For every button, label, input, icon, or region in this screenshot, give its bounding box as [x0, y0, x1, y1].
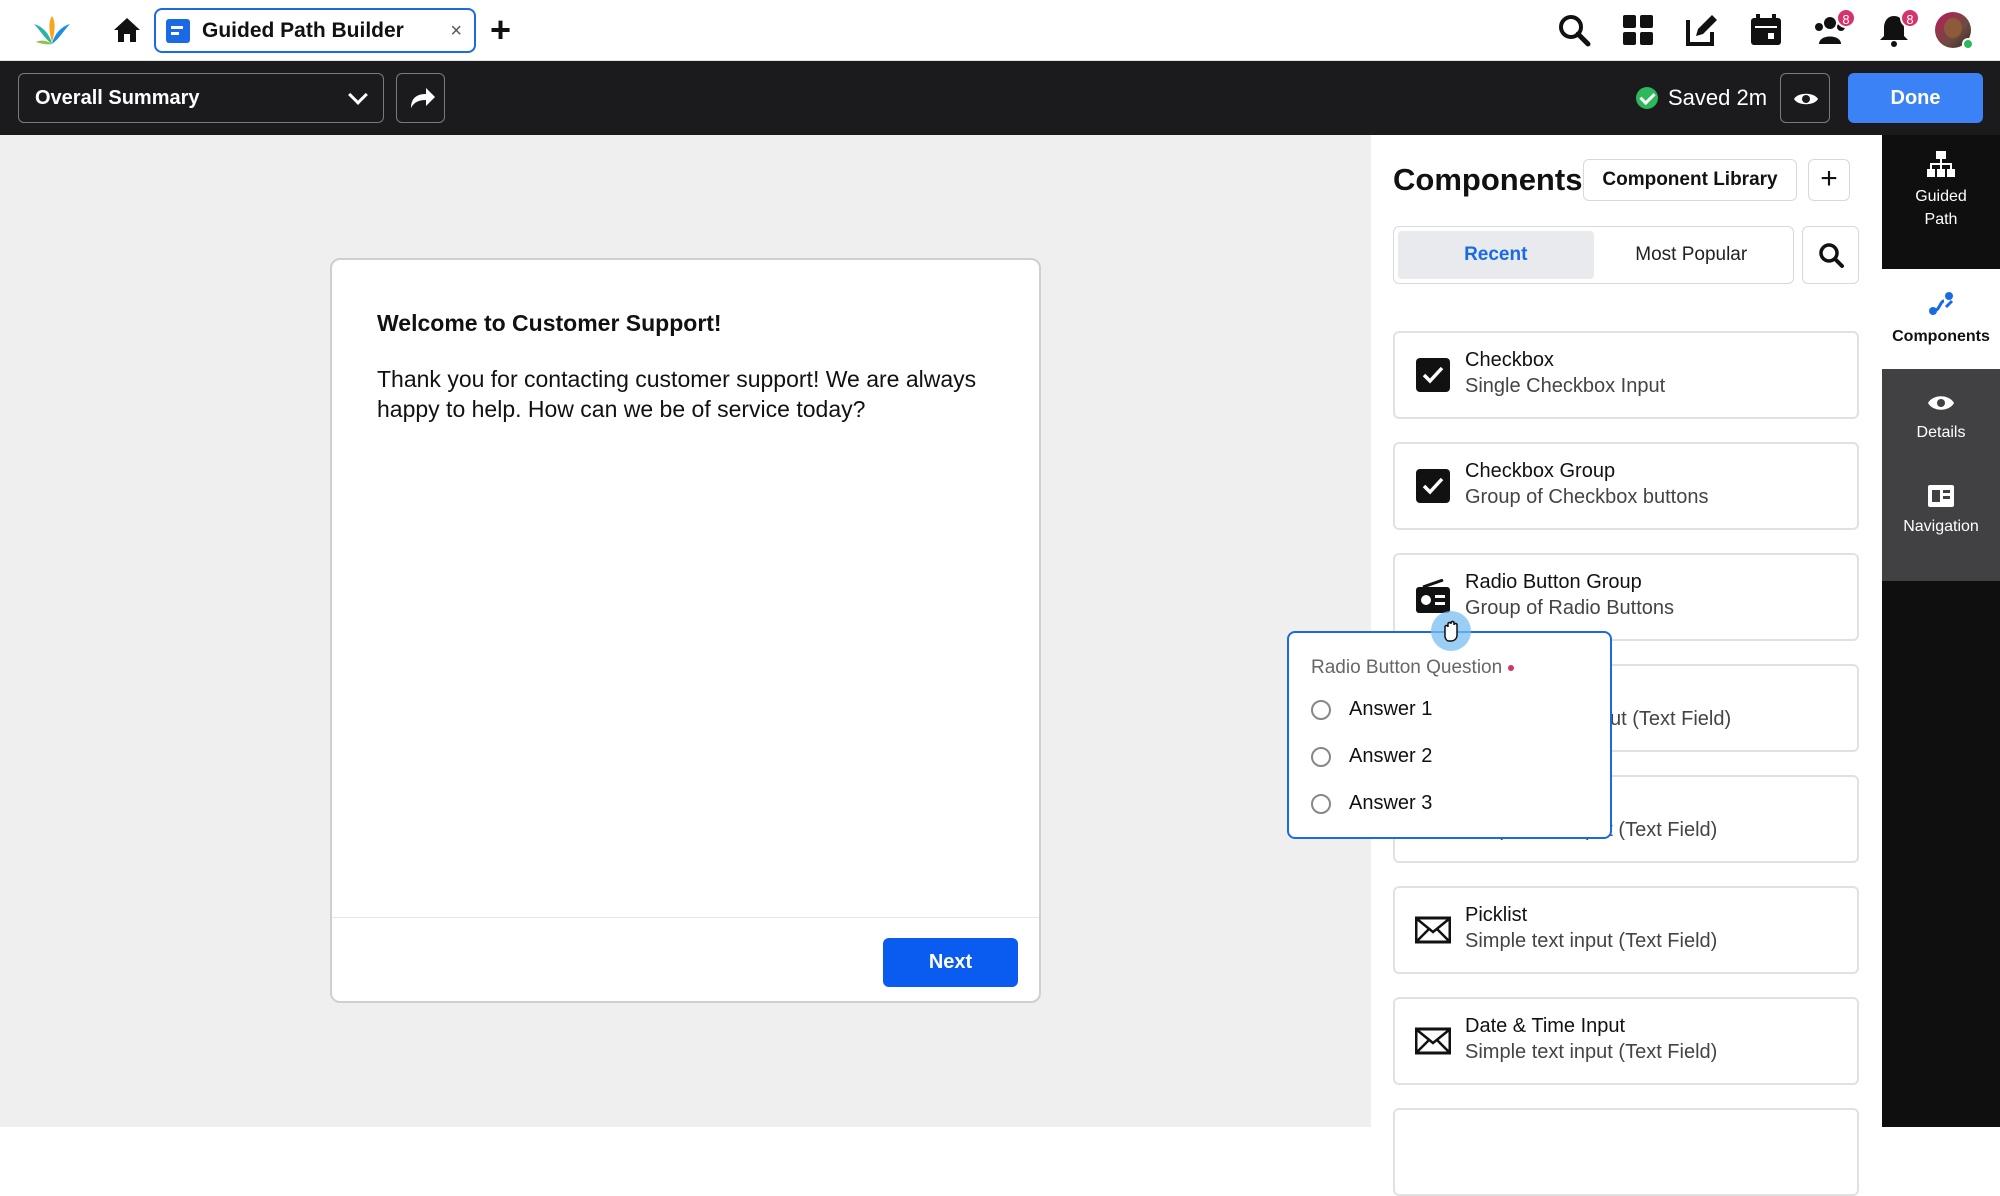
navigation-icon [1928, 485, 1954, 507]
radio-question-drag-preview[interactable]: Radio Button Question Answer 1 Answer 2 … [1287, 631, 1612, 839]
screen-title: Welcome to Customer Support! [377, 310, 722, 336]
tab-title: Guided Path Builder [202, 18, 404, 42]
builder-canvas: Welcome to Customer Support! Thank you f… [0, 135, 1371, 1127]
share-icon [411, 88, 435, 108]
summary-select[interactable]: Overall Summary [18, 73, 384, 123]
close-tab-icon[interactable]: × [450, 20, 462, 43]
footer-divider [332, 917, 1039, 918]
rail-label: Details [1916, 424, 1966, 441]
component-description: Simple text input (Text Field) [1465, 930, 1718, 952]
panel-title: Components [1393, 162, 1583, 197]
saved-status: Saved 2m [1636, 85, 1767, 111]
compose-icon[interactable] [1684, 12, 1720, 48]
rail-item-details[interactable]: Details [1882, 369, 2000, 463]
component-name: Radio Button Group [1465, 571, 1642, 593]
component-description: Group of Checkbox buttons [1465, 486, 1709, 508]
tab-recent[interactable]: Recent [1398, 231, 1594, 279]
component-library-button[interactable]: Component Library [1583, 159, 1797, 201]
people-icon[interactable]: 8 [1812, 8, 1856, 48]
screen-body-text: Thank you for contacting customer suppor… [377, 366, 977, 422]
required-indicator [1508, 664, 1515, 671]
component-item-checkbox-group[interactable]: Checkbox Group Group of Checkbox buttons [1393, 442, 1859, 530]
notifications-badge: 8 [1900, 8, 1920, 28]
radio-option-label: Answer 2 [1349, 745, 1433, 767]
component-item[interactable] [1393, 1108, 1859, 1196]
home-icon[interactable] [112, 16, 142, 44]
component-name: Picklist [1465, 904, 1528, 926]
radio-circle-icon [1311, 746, 1331, 767]
radio-option-label: Answer 3 [1349, 792, 1433, 814]
next-button[interactable]: Next [883, 938, 1018, 987]
screen-card[interactable]: Welcome to Customer Support! Thank you f… [330, 258, 1041, 1003]
eye-icon [1794, 93, 1818, 105]
rail-label: Guided Path [1915, 188, 1967, 228]
component-description: Simple text input (Text Field) [1465, 1041, 1718, 1063]
document-icon [166, 18, 190, 43]
component-name: Checkbox [1465, 349, 1554, 371]
add-component-button[interactable]: + [1808, 159, 1850, 201]
rail-item-components[interactable]: Components [1882, 269, 2000, 369]
rail-label: Components [1892, 328, 1990, 345]
app-logo-icon[interactable] [32, 14, 72, 46]
checkbox-icon [1416, 469, 1450, 503]
eye-icon [1928, 396, 1954, 410]
component-name: Date & Time Input [1465, 1015, 1626, 1037]
tab-guided-path-builder[interactable]: Guided Path Builder × [154, 8, 476, 53]
people-badge: 8 [1836, 8, 1856, 28]
component-item-picklist[interactable]: Picklist Simple text input (Text Field) [1393, 886, 1859, 974]
question-label: Radio Button Question [1311, 657, 1515, 679]
presence-status-icon [1962, 38, 1974, 50]
builder-toolbar: Overall Summary Saved 2m Done [0, 61, 2000, 135]
radio-option[interactable]: Answer 3 [1311, 792, 1432, 815]
radio-circle-icon [1311, 699, 1331, 720]
radio-option-label: Answer 1 [1349, 698, 1433, 720]
search-icon[interactable] [1556, 12, 1592, 48]
hierarchy-icon [1927, 151, 1955, 177]
component-description: Single Checkbox Input [1465, 375, 1666, 397]
saved-text: Saved 2m [1668, 85, 1768, 110]
new-tab-button[interactable]: + [490, 12, 511, 48]
summary-select-value: Overall Summary [35, 86, 200, 109]
chevron-down-icon [348, 85, 368, 105]
component-item-checkbox[interactable]: Checkbox Single Checkbox Input [1393, 331, 1859, 419]
component-description: ut (Text Field) [1610, 708, 1732, 730]
envelope-icon [1415, 916, 1451, 944]
rail-item-guided-path[interactable]: Guided Path [1882, 149, 2000, 259]
radio-option[interactable]: Answer 2 [1311, 745, 1432, 768]
tab-most-popular[interactable]: Most Popular [1594, 231, 1790, 279]
search-icon [1819, 243, 1844, 268]
radio-option[interactable]: Answer 1 [1311, 698, 1432, 721]
rail-label: Navigation [1903, 518, 1979, 535]
component-name: Checkbox Group [1465, 460, 1616, 482]
question-label-text: Radio Button Question [1311, 657, 1503, 678]
component-item-date-time-input[interactable]: Date & Time Input Simple text input (Tex… [1393, 997, 1859, 1085]
done-button[interactable]: Done [1848, 73, 1983, 123]
bell-icon[interactable]: 8 [1876, 8, 1920, 48]
component-tabs: Recent Most Popular [1393, 226, 1794, 284]
search-components-button[interactable] [1802, 226, 1859, 284]
envelope-icon [1415, 1027, 1451, 1055]
top-bar: Guided Path Builder × + 8 8 [0, 0, 2000, 61]
checkbox-icon [1416, 358, 1450, 392]
radio-circle-icon [1311, 793, 1331, 814]
rail-item-navigation[interactable]: Navigation [1882, 463, 2000, 581]
check-circle-icon [1636, 87, 1658, 109]
components-icon [1929, 292, 1954, 315]
preview-button[interactable] [1780, 73, 1830, 123]
apps-grid-icon[interactable] [1620, 12, 1656, 48]
calendar-icon[interactable] [1748, 12, 1784, 48]
grab-cursor-icon [1431, 611, 1471, 651]
radio-icon [1416, 579, 1450, 613]
right-rail: Guided Path Components Details Navigatio… [1882, 135, 2000, 1127]
share-button[interactable] [396, 73, 445, 123]
component-description: Group of Radio Buttons [1465, 597, 1675, 619]
